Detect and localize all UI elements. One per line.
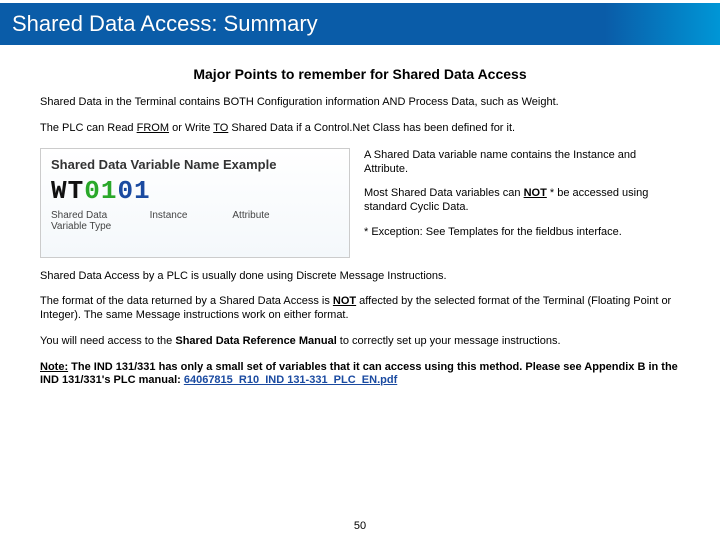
p4-not: NOT [333,295,356,307]
paragraph-2: The PLC can Read FROM or Write TO Shared… [40,122,680,136]
p5-b: to correctly set up your message instruc… [337,335,561,347]
label-instance: Instance [131,210,206,232]
title-bar: Shared Data Access: Summary [0,0,720,48]
p4-a: The format of the data returned by a Sha… [40,295,333,307]
figure-instance: 01 [84,176,117,206]
figure-title: Shared Data Variable Name Example [51,157,339,172]
page-number: 50 [0,520,720,532]
figure-type: WT [51,176,84,206]
figure-labels: Shared Data Variable Type Instance Attri… [51,210,339,232]
paragraph-4: The format of the data returned by a Sha… [40,295,680,323]
side-p1: A Shared Data variable name contains the… [364,148,680,177]
p2-to: TO [213,122,228,134]
p5-manual: Shared Data Reference Manual [175,335,336,347]
variable-name-figure: Shared Data Variable Name Example WT0101… [40,148,350,258]
figure-code: WT0101 [51,176,339,206]
label-type: Shared Data Variable Type [51,210,131,232]
p2-from: FROM [137,122,169,134]
side-p3: * Exception: See Templates for the field… [364,225,680,239]
note-label: Note: [40,361,68,373]
p2-text-a: The PLC can Read [40,122,137,134]
p5-a: You will need access to the [40,335,175,347]
side-p2-a: Most Shared Data variables can [364,187,524,199]
label-attribute: Attribute [206,210,296,232]
paragraph-3: Shared Data Access by a PLC is usually d… [40,270,680,284]
slide-title: Shared Data Access: Summary [0,11,318,37]
paragraph-1: Shared Data in the Terminal contains BOT… [40,96,680,110]
figure-row: Shared Data Variable Name Example WT0101… [40,148,680,258]
figure-side-text: A Shared Data variable name contains the… [364,148,680,249]
subheading: Major Points to remember for Shared Data… [40,66,680,82]
side-p2: Most Shared Data variables can NOT * be … [364,186,680,215]
p2-text-c: Shared Data if a Control.Net Class has b… [228,122,515,134]
slide-content: Major Points to remember for Shared Data… [0,48,720,406]
p2-text-b: or Write [169,122,213,134]
note-paragraph: Note: The IND 131/331 has only a small s… [40,361,680,389]
figure-attribute: 01 [117,176,150,206]
side-p2-not: NOT [524,187,547,199]
paragraph-5: You will need access to the Shared Data … [40,335,680,349]
note-link[interactable]: 64067815_R10_IND 131-331_PLC_EN.pdf [184,374,397,386]
